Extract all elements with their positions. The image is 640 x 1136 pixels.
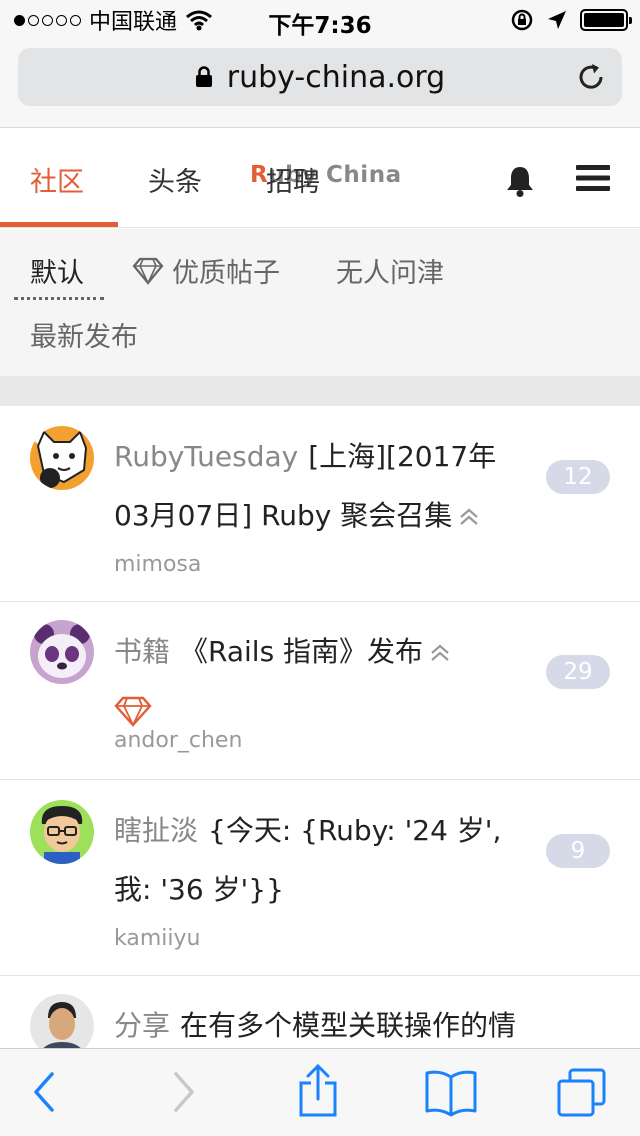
topic-title[interactable]: 瞎扯淡 {今天: {Ruby: '24 岁', 我: '36 岁'}} xyxy=(114,801,524,919)
pinned-up-icon xyxy=(431,644,449,661)
topic-title-line1: [上海][2017年 xyxy=(308,440,497,473)
avatar[interactable] xyxy=(30,800,94,864)
topic-author[interactable]: mimosa xyxy=(114,552,201,577)
topic-row[interactable]: RubyTuesday [上海][2017年 03月07日] Ruby 聚会召集 … xyxy=(0,406,640,602)
back-icon[interactable] xyxy=(30,1067,58,1117)
diamond-icon xyxy=(132,257,164,285)
bookmarks-icon[interactable] xyxy=(424,1067,478,1119)
cartoon-avatar-icon xyxy=(30,800,94,864)
active-filter-indicator xyxy=(14,297,104,300)
tab-community[interactable]: 社区 xyxy=(30,160,84,199)
topic-node[interactable]: 瞎扯淡 xyxy=(114,814,198,847)
topic-title-line2: 我: '36 岁'}} xyxy=(114,873,284,906)
address-bar[interactable]: ruby-china.org xyxy=(18,48,622,106)
topic-title-line2: 03月07日] Ruby 聚会召集 xyxy=(114,499,453,532)
topic-title-line1: {今天: {Ruby: '24 岁', xyxy=(208,814,502,847)
reply-count-badge: 12 xyxy=(546,460,610,494)
filter-default[interactable]: 默认 xyxy=(30,251,84,290)
filter-latest[interactable]: 最新发布 xyxy=(30,315,138,354)
reply-count-badge: 29 xyxy=(546,655,610,689)
section-separator xyxy=(0,376,640,406)
location-icon xyxy=(548,11,566,29)
status-right xyxy=(510,8,632,32)
topic-author[interactable]: kamiiyu xyxy=(114,926,200,951)
topic-node[interactable]: 分享 xyxy=(114,1009,170,1042)
topic-node[interactable]: 书籍 xyxy=(114,635,170,668)
person-avatar-icon xyxy=(30,994,94,1048)
top-navigation: 社区 头条 Ruby China 招聘 xyxy=(0,128,640,228)
tab-headlines[interactable]: 头条 xyxy=(148,160,202,199)
cat-avatar-icon xyxy=(30,426,94,490)
topic-row[interactable]: 分享 在有多个模型关联操作的情 xyxy=(0,976,640,1048)
battery-icon xyxy=(580,9,632,31)
filter-default-label: 默认 xyxy=(30,258,84,289)
notification-bell-icon[interactable] xyxy=(504,164,536,198)
filter-excellent-label: 优质帖子 xyxy=(172,258,280,289)
topic-title[interactable]: RubyTuesday [上海][2017年 03月07日] Ruby 聚会召集 xyxy=(114,427,524,545)
topic-author[interactable]: andor_chen xyxy=(114,728,242,753)
reload-icon[interactable] xyxy=(574,60,608,94)
topic-row[interactable]: 瞎扯淡 {今天: {Ruby: '24 岁', 我: '36 岁'}} kamii… xyxy=(0,780,640,976)
topic-title[interactable]: 分享 在有多个模型关联操作的情 xyxy=(114,996,524,1048)
reply-count-badge: 9 xyxy=(546,834,610,868)
topic-title-line1: 在有多个模型关联操作的情 xyxy=(180,1009,517,1042)
rotation-lock-icon xyxy=(511,9,533,31)
filter-latest-label: 最新发布 xyxy=(30,322,138,353)
topic-title-line1: 《Rails 指南》发布 xyxy=(180,635,424,668)
browser-address-area: ruby-china.org xyxy=(0,40,640,128)
filter-no-reply-label: 无人问津 xyxy=(336,258,444,289)
forward-icon[interactable] xyxy=(170,1067,198,1117)
topic-row[interactable]: 书籍 《Rails 指南》发布 andor_chen 29 xyxy=(0,602,640,780)
status-bar: 中国联通 下午7:36 xyxy=(0,0,640,40)
avatar[interactable] xyxy=(30,620,94,684)
filter-excellent[interactable]: 优质帖子 xyxy=(132,251,280,290)
tab-jobs[interactable]: 招聘 xyxy=(266,160,320,199)
active-tab-indicator xyxy=(0,222,118,227)
excellent-diamond-icon xyxy=(114,696,152,727)
avatar[interactable] xyxy=(30,994,94,1048)
topic-filter-bar: 默认 优质帖子 无人问津 最新发布 xyxy=(0,229,640,376)
url-text: ruby-china.org xyxy=(226,59,446,95)
panda-avatar-icon xyxy=(30,620,94,684)
share-icon[interactable] xyxy=(296,1063,340,1119)
tabs-icon[interactable] xyxy=(556,1067,608,1119)
browser-toolbar xyxy=(0,1048,640,1136)
topic-node[interactable]: RubyTuesday xyxy=(114,440,298,473)
topic-title[interactable]: 书籍 《Rails 指南》发布 xyxy=(114,622,524,740)
filter-no-reply[interactable]: 无人问津 xyxy=(336,251,444,290)
lock-icon xyxy=(195,66,212,87)
pinned-up-icon xyxy=(460,508,479,525)
menu-icon[interactable] xyxy=(576,164,610,192)
avatar[interactable] xyxy=(30,426,94,490)
